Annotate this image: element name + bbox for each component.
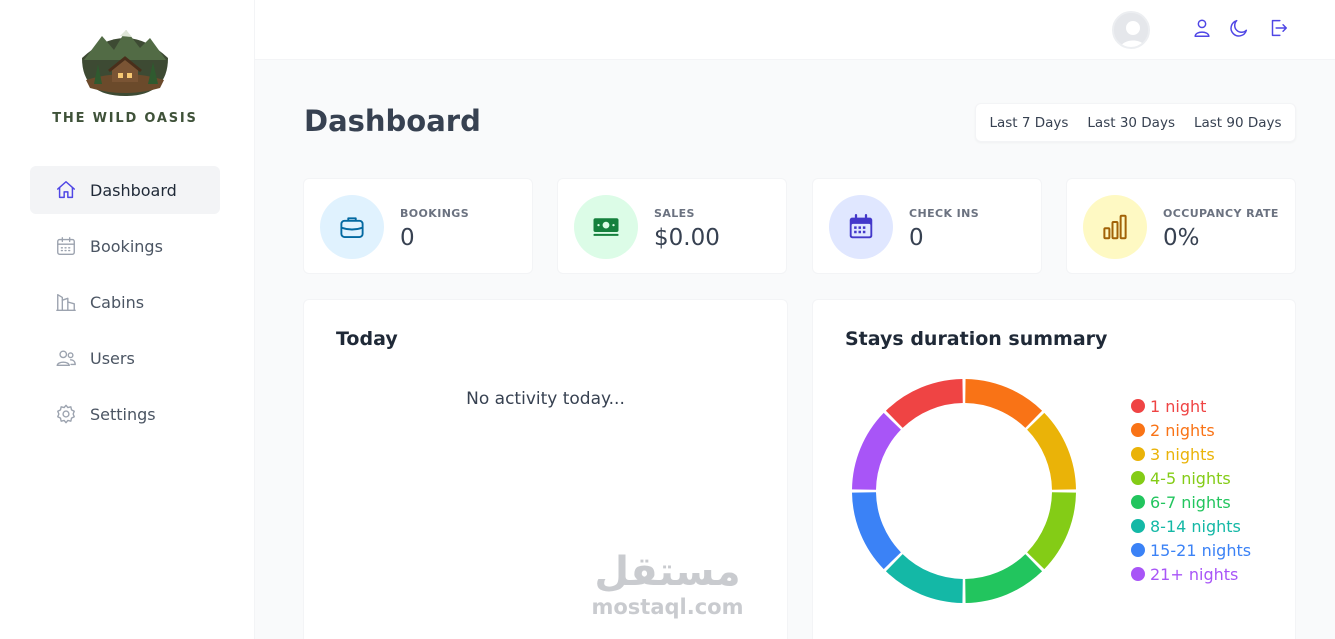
empty-activity-message: No activity today... [466, 389, 625, 409]
date-range-filter: Last 7 Days Last 30 Days Last 90 Days [975, 103, 1296, 142]
legend-item: 4-5 nights [1131, 466, 1251, 490]
dark-mode-toggle[interactable] [1228, 17, 1252, 41]
donut-segment [965, 554, 1043, 603]
legend-label: 21+ nights [1150, 564, 1239, 584]
donut-segment [965, 379, 1043, 428]
stat-check-ins: CHECK INS 0 [812, 178, 1042, 274]
filter-last-90-days[interactable]: Last 90 Days [1189, 111, 1287, 135]
legend-item: 8-14 nights [1131, 514, 1251, 538]
legend-dot [1131, 471, 1145, 485]
sidebar-item-dashboard[interactable]: Dashboard [30, 166, 220, 214]
stays-duration-panel: Stays duration summary 1 night 2 nights … [812, 299, 1296, 639]
logout-icon [1267, 19, 1289, 43]
page-title: Dashboard [304, 104, 481, 138]
users-icon [54, 346, 78, 370]
stat-value: 0 [909, 225, 924, 251]
cabin-icon [54, 290, 78, 314]
sidebar-item-cabins[interactable]: Cabins [30, 278, 220, 326]
stat-label: CHECK INS [909, 207, 980, 220]
legend-item: 6-7 nights [1131, 490, 1251, 514]
stat-sales: SALES $0.00 [557, 178, 787, 274]
sidebar-item-bookings[interactable]: Bookings [30, 222, 220, 270]
donut-segment [1027, 492, 1076, 570]
donut-segment [852, 412, 901, 490]
legend-label: 6-7 nights [1150, 492, 1231, 512]
calendar-icon [54, 234, 78, 258]
sidebar-item-label: Settings [90, 404, 156, 424]
legend-label: 15-21 nights [1150, 540, 1252, 560]
legend-label: 3 nights [1150, 444, 1215, 464]
legend-item: 15-21 nights [1131, 538, 1251, 562]
legend-item: 2 nights [1131, 418, 1251, 442]
stat-label: OCCUPANCY RATE [1163, 207, 1279, 220]
brand-name: THE WILD OASIS [52, 111, 198, 126]
stat-value: $0.00 [654, 225, 720, 251]
gear-icon [54, 402, 78, 426]
stat-bookings: BOOKINGS 0 [303, 178, 533, 274]
donut-segment [852, 492, 901, 570]
legend-dot [1131, 447, 1145, 461]
legend-item: 3 nights [1131, 442, 1251, 466]
filter-last-7-days[interactable]: Last 7 Days [984, 111, 1073, 135]
legend-dot [1131, 543, 1145, 557]
legend-label: 4-5 nights [1150, 468, 1231, 488]
duration-donut-chart [852, 379, 1076, 603]
legend-dot [1131, 567, 1145, 581]
moon-icon [1228, 19, 1250, 43]
sidebar-item-label: Bookings [90, 236, 163, 256]
banknotes-icon [574, 195, 638, 259]
calendar-days-icon [829, 195, 893, 259]
filter-last-30-days[interactable]: Last 30 Days [1082, 111, 1180, 135]
stat-label: SALES [654, 207, 695, 220]
legend-label: 2 nights [1150, 420, 1215, 440]
legend-dot [1131, 495, 1145, 509]
panel-title: Stays duration summary [845, 328, 1108, 350]
logo [80, 28, 170, 96]
donut-segment [885, 379, 963, 428]
panel-title: Today [336, 328, 398, 350]
home-icon [54, 178, 78, 202]
legend-label: 8-14 nights [1150, 516, 1241, 536]
today-panel: Today No activity today... [303, 299, 788, 639]
donut-segment [1027, 412, 1076, 490]
top-header [255, 0, 1335, 60]
chart-legend: 1 night 2 nights 3 nights 4-5 nights 6-7… [1131, 394, 1251, 586]
sidebar-item-label: Dashboard [90, 180, 177, 200]
legend-dot [1131, 399, 1145, 413]
sidebar-item-settings[interactable]: Settings [30, 390, 220, 438]
sidebar-item-label: Cabins [90, 292, 145, 312]
stat-label: BOOKINGS [400, 207, 470, 220]
sidebar: THE WILD OASIS Dashboard Bookings Cabins… [0, 0, 255, 639]
legend-dot [1131, 519, 1145, 533]
legend-dot [1131, 423, 1145, 437]
sidebar-item-users[interactable]: Users [30, 334, 220, 382]
user-icon [1191, 19, 1213, 43]
legend-label: 1 night [1150, 396, 1207, 416]
legend-item: 21+ nights [1131, 562, 1251, 586]
briefcase-icon [320, 195, 384, 259]
sidebar-item-label: Users [90, 348, 135, 368]
donut-segment [885, 554, 963, 603]
avatar[interactable] [1112, 11, 1150, 49]
stat-value: 0 [400, 225, 415, 251]
account-button[interactable] [1191, 17, 1215, 41]
stat-value: 0% [1163, 225, 1200, 251]
main-nav: Dashboard Bookings Cabins Users Settings [30, 166, 220, 446]
legend-item: 1 night [1131, 394, 1251, 418]
logout-button[interactable] [1267, 17, 1291, 41]
chart-bar-icon [1083, 195, 1147, 259]
stat-occupancy-rate: OCCUPANCY RATE 0% [1066, 178, 1296, 274]
